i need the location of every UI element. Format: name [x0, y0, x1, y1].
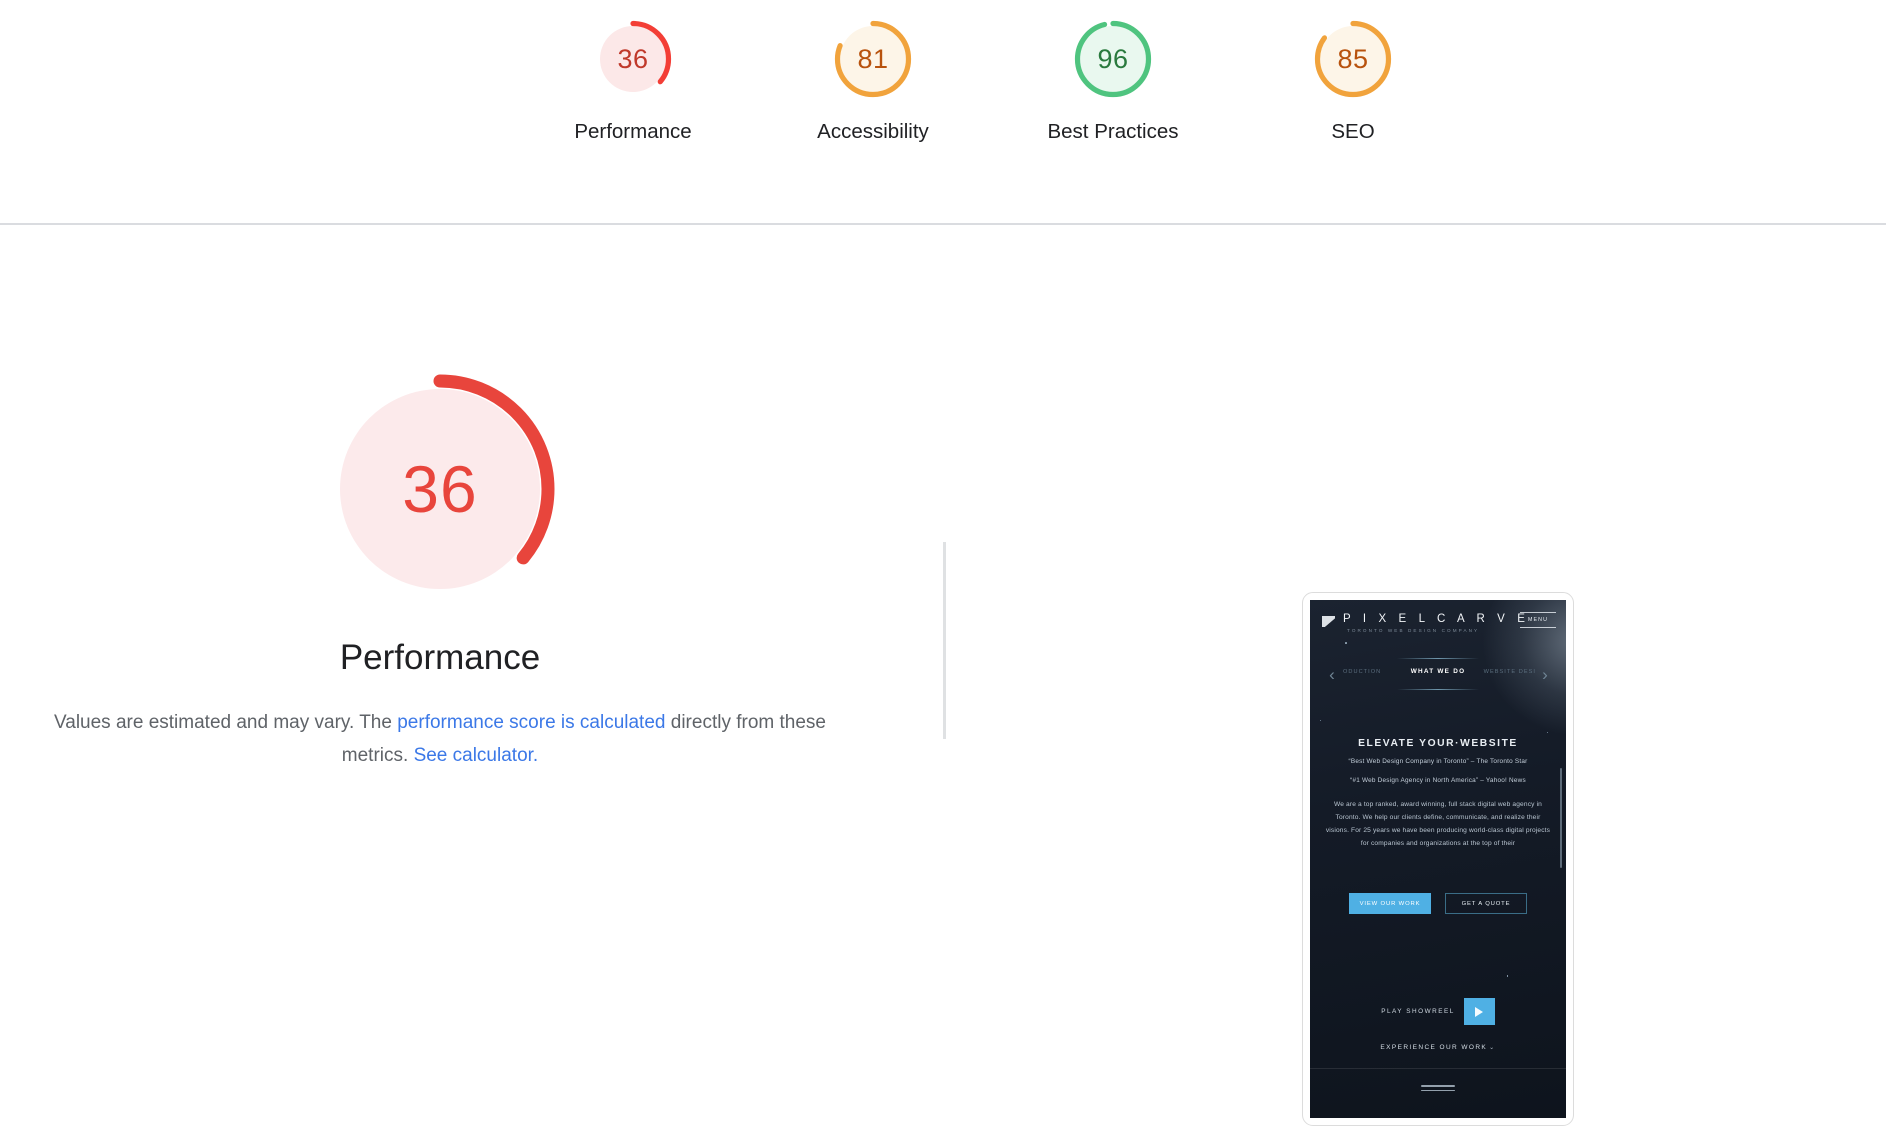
- nav-rule-bottom: [1397, 689, 1479, 690]
- hero-scrollbar[interactable]: [1560, 768, 1562, 868]
- hero-quote-yahoo-news: “#1 Web Design Agency in North America” …: [1350, 776, 1526, 784]
- note-text-before: Values are estimated and may vary. The: [54, 711, 398, 733]
- decorative-dot-icon: [1546, 732, 1548, 734]
- site-header: P I X E L C A R V E TORONTO WEB DESIGN C…: [1310, 612, 1566, 646]
- score-gauge-row: 36 Performance 81 Accessibility 96 Best …: [513, 18, 1473, 143]
- nav-rule-top: [1397, 658, 1479, 659]
- chevron-down-icon: ⌄: [1489, 1045, 1496, 1051]
- experience-our-work-label: EXPERIENCE OUR WORK: [1380, 1044, 1488, 1051]
- cta-row: VIEW OUR WORK GET A QUOTE: [1310, 893, 1566, 914]
- gauge-value-best-practices: 96: [1097, 43, 1129, 74]
- home-indicator-bar: [1421, 1089, 1455, 1092]
- get-a-quote-button[interactable]: GET A QUOTE: [1445, 893, 1527, 914]
- performance-note: Values are estimated and may vary. The p…: [45, 706, 835, 774]
- see-calculator-link[interactable]: See calculator.: [414, 745, 539, 766]
- hero-heading: ELEVATE YOUR·WEBSITE: [1358, 738, 1518, 749]
- menu-button[interactable]: MENU: [1520, 612, 1556, 629]
- gauge-arc-accessibility: 81: [832, 18, 914, 100]
- gauge-label-performance: Performance: [574, 120, 692, 143]
- score-gauge-seo[interactable]: 85 SEO: [1233, 18, 1473, 143]
- hero-section: ELEVATE YOUR·WEBSITE “Best Web Design Co…: [1310, 738, 1566, 850]
- hero-body-text: We are a top ranked, award winning, full…: [1325, 800, 1551, 848]
- gauge-arc-performance: 36: [592, 18, 674, 100]
- score-gauge-performance[interactable]: 36 Performance: [513, 18, 753, 143]
- gauge-value-seo: 85: [1337, 43, 1369, 74]
- gauge-arc-seo: 85: [1312, 18, 1394, 100]
- experience-our-work-link[interactable]: EXPERIENCE OUR WORK ⌄: [1310, 1044, 1566, 1051]
- gauge-label-accessibility: Accessibility: [817, 120, 929, 143]
- chevron-left-icon[interactable]: ‹: [1326, 666, 1338, 684]
- phone-screen: P I X E L C A R V E TORONTO WEB DESIGN C…: [1310, 600, 1566, 1118]
- showreel-row: PLAY SHOWREEL: [1310, 998, 1566, 1025]
- chevron-right-icon[interactable]: ›: [1539, 666, 1551, 684]
- score-gauge-best-practices[interactable]: 96 Best Practices: [993, 18, 1233, 143]
- hero-quote-toronto-star: “Best Web Design Company in Toronto” – T…: [1348, 758, 1528, 765]
- performance-category-section: 36 Performance Values are estimated and …: [0, 224, 1886, 1126]
- home-indicator-bar: [1421, 1085, 1455, 1087]
- play-showreel-button[interactable]: [1463, 998, 1495, 1025]
- slider-nav: ‹ ODUCTION WHAT WE DO WEBSITE DESI ›: [1310, 658, 1566, 690]
- nav-item-what-we-do[interactable]: WHAT WE DO: [1411, 668, 1466, 675]
- performance-score-value: 36: [402, 452, 478, 526]
- performance-score-calc-link[interactable]: performance score is calculated: [397, 712, 665, 733]
- vertical-divider: [943, 542, 946, 739]
- gauge-value-performance: 36: [617, 43, 649, 74]
- nav-item-website-design[interactable]: WEBSITE DESI: [1484, 669, 1536, 675]
- view-our-work-button[interactable]: VIEW OUR WORK: [1349, 893, 1431, 914]
- decorative-dot-icon: [1506, 975, 1508, 977]
- score-gauge-accessibility[interactable]: 81 Accessibility: [753, 18, 993, 143]
- decorative-dot-icon: [1320, 720, 1322, 722]
- nav-item-introduction[interactable]: ODUCTION: [1343, 669, 1381, 675]
- home-indicator-icon: [1421, 1085, 1455, 1094]
- gauge-arc-best-practices: 96: [1072, 18, 1154, 100]
- logo-icon: [1322, 616, 1335, 627]
- score-summary-strip: 36 Performance 81 Accessibility 96 Best …: [0, 0, 1886, 225]
- performance-header: 36 Performance Values are estimated and …: [30, 369, 850, 773]
- performance-title: Performance: [339, 638, 541, 677]
- performance-large-gauge: 36: [320, 369, 560, 609]
- final-screenshot-panel[interactable]: P I X E L C A R V E TORONTO WEB DESIGN C…: [1302, 592, 1574, 1126]
- play-showreel-label: PLAY SHOWREEL: [1381, 1008, 1455, 1015]
- gauge-label-best-practices: Best Practices: [1047, 120, 1179, 143]
- phone-hairline-divider: [1310, 1068, 1566, 1069]
- brand-name: P I X E L C A R V E: [1343, 613, 1530, 625]
- play-triangle-icon: [1475, 1006, 1484, 1017]
- gauge-value-accessibility: 81: [857, 43, 889, 74]
- gauge-label-seo: SEO: [1331, 120, 1375, 143]
- brand-tagline: TORONTO WEB DESIGN COMPANY: [1347, 628, 1480, 633]
